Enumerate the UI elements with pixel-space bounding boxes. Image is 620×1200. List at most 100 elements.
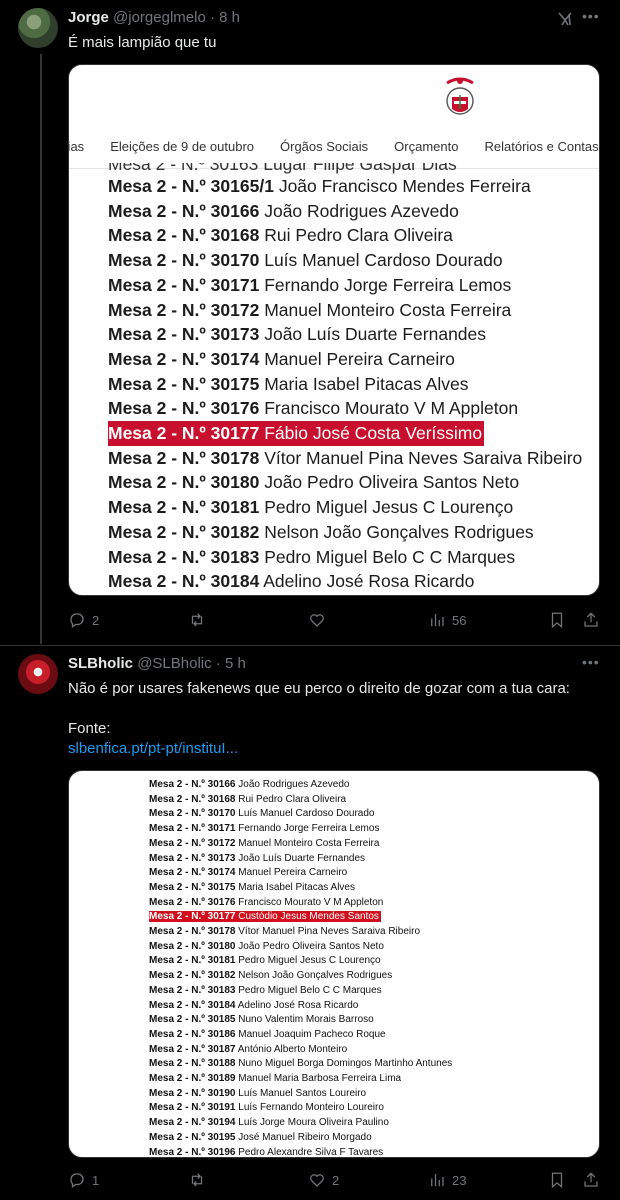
list-item: Mesa 2 - N.º 30194 Luís Jorge Moura Oliv… (149, 1116, 599, 1131)
like-button[interactable] (308, 611, 332, 629)
timestamp[interactable]: 8 h (219, 9, 240, 26)
share-icon (584, 612, 598, 627)
list-item: Mesa 2 - N.º 30170 Luís Manuel Cardoso D… (149, 807, 599, 822)
nav-item[interactable]: Orçamento (381, 139, 471, 154)
share-button[interactable] (582, 1171, 600, 1189)
list-item: Mesa 2 - N.º 30178 Vítor Manuel Pina Nev… (149, 925, 599, 940)
list-item-content: Mesa 2 - N.º 30178 Vítor Manuel Pina Nev… (149, 926, 420, 937)
share-icon (584, 1172, 598, 1187)
member-name: João Luís Duarte Fernandes (264, 324, 487, 345)
list-item: Mesa 2 - N.º 30171 Fernando Jorge Ferrei… (149, 822, 599, 837)
member-name: Pedro Miguel Jesus C Lourenço (238, 955, 381, 967)
mesa-number: Mesa 2 - N.º 30195 (149, 1131, 236, 1143)
benfica-crest-icon (446, 77, 474, 115)
member-name: Manuel Pereira Carneiro (238, 867, 348, 879)
like-button[interactable]: 2 (308, 1171, 339, 1189)
list-item-content: Mesa 2 - N.º 30185 Nuno Valentim Morais … (149, 1014, 374, 1025)
member-name: Pedro Miguel Belo C C Marques (238, 984, 382, 996)
member-list: Mesa 2 - N.º 30166 João Rodrigues Azeved… (69, 771, 599, 1158)
member-name: Maria Isabel Pitacas Alves (238, 881, 355, 893)
list-item-content: Mesa 2 - N.º 30168 Rui Pedro Clara Olive… (149, 794, 346, 805)
share-button[interactable] (582, 611, 600, 629)
list-item: Mesa 2 - N.º 30184 Adelino José Rosa Ric… (108, 569, 599, 594)
more-icon[interactable]: ••• (582, 8, 602, 28)
member-name: João Francisco Mendes Ferreira (278, 176, 531, 196)
tweet-2[interactable]: SLBholic @SLBholic · 5 h ••• Não é por u… (0, 646, 620, 1200)
bookmark-button[interactable] (548, 1171, 566, 1189)
views-icon (431, 1174, 444, 1186)
nav-item[interactable]: Relatórios e Contas (471, 139, 599, 154)
list-item-content: Mesa 2 - N.º 30181 Pedro Miguel Jesus C … (149, 955, 381, 966)
list-item: Mesa 2 - N.º 30185 Nuno Valentim Morais … (149, 1013, 599, 1028)
tweet-image[interactable]: Mesa 2 - N.º 30166 João Rodrigues Azeved… (68, 770, 600, 1158)
list-item-content: Mesa 2 - N.º 30175 Maria Isabel Pitacas … (108, 374, 468, 394)
tweet-text-line: Não é por usares fakenews que eu perco o… (68, 680, 570, 697)
list-item: Mesa 2 - N.º 30172 Manuel Monteiro Costa… (149, 837, 599, 852)
author-name[interactable]: SLBholic (68, 655, 133, 672)
author-handle[interactable]: @SLBholic (137, 655, 211, 672)
more-icon[interactable]: ••• (582, 654, 602, 674)
list-item-content: Mesa 2 - N.º 30191 Luís Fernando Monteir… (149, 1102, 384, 1113)
nav-item[interactable]: Órgãos Sociais (267, 139, 381, 154)
member-name: João Rodrigues Azevedo (238, 779, 350, 790)
list-item: Mesa 2 - N.º 30181 Pedro Miguel Jesus C … (108, 495, 599, 520)
repost-button[interactable] (188, 611, 212, 629)
avatar[interactable] (18, 8, 58, 48)
member-name: João Luís Duarte Fernandes (238, 852, 366, 864)
list-item-partial: Mesa 2 - N.º 30163 Lugar Filipe Gaspar D… (108, 163, 457, 174)
member-name: Luís Jorge Moura Oliveira Paulino (238, 1117, 389, 1129)
tweet-image[interactable]: erias Eleições de 9 de outubro Órgãos So… (68, 64, 600, 596)
list-item-content: Mesa 2 - N.º 30176 Francisco Mourato V M… (149, 897, 383, 908)
author-handle[interactable]: @jorgeglmelo (113, 9, 206, 26)
views-button[interactable]: 23 (428, 1171, 466, 1189)
reply-icon (70, 613, 84, 629)
mesa-number: Mesa 2 - N.º 30177 (108, 423, 260, 444)
list-item-content: Mesa 2 - N.º 30195 José Manuel Ribeiro M… (149, 1132, 372, 1143)
mesa-number: Mesa 2 - N.º 30180 (149, 940, 236, 952)
member-name: José Manuel Ribeiro Morgado (238, 1131, 372, 1143)
mesa-number: Mesa 2 - N.º 30185 (149, 1014, 236, 1026)
bookmark-button[interactable] (548, 611, 566, 629)
member-name: Fernando Jorge Ferreira Lemos (238, 823, 380, 835)
avatar[interactable] (18, 654, 58, 694)
list-item-content: Mesa 2 - N.º 30190 Luís Manuel Santos Lo… (149, 1088, 366, 1099)
reply-button[interactable]: 1 (68, 1171, 99, 1189)
nav-item[interactable]: erias (69, 139, 97, 154)
source-link[interactable]: slbenfica.pt/pt-pt/instituI... (68, 739, 608, 759)
mesa-number: Mesa 2 - N.º 30174 (108, 348, 260, 369)
mesa-number: Mesa 2 - N.º 30186 (149, 1028, 236, 1040)
repost-icon (191, 1173, 203, 1187)
list-item: Mesa 2 - N.º 30187 António Alberto Monte… (149, 1043, 599, 1058)
list-item-content: Mesa 2 - N.º 30186 Manuel Joaquim Pachec… (149, 1029, 386, 1040)
reply-count: 1 (92, 1172, 100, 1188)
mesa-number: Mesa 2 - N.º 30172 (108, 299, 260, 320)
mesa-number: Mesa 2 - N.º 30173 (149, 852, 236, 864)
mesa-number: Mesa 2 - N.º 30184 (149, 999, 236, 1011)
tweet-1[interactable]: Jorge @jorgeglmelo · 8 h ••• É mais lamp… (0, 0, 620, 645)
member-name: Pedro Alexandre Silva F Tavares (238, 1146, 384, 1158)
mesa-number: Mesa 2 - N.º 30190 (149, 1087, 236, 1099)
timestamp[interactable]: 5 h (225, 655, 246, 672)
mesa-number: Mesa 2 - N.º 30188 (149, 1058, 236, 1070)
like-count: 2 (332, 1172, 340, 1188)
list-item: Mesa 2 - N.º 30174 Manuel Pereira Carnei… (108, 347, 599, 372)
list-item-content: Mesa 2 - N.º 30172 Manuel Monteiro Costa… (149, 838, 379, 849)
mesa-number: Mesa 2 - N.º 30175 (108, 373, 260, 394)
list-item: Mesa 2 - N.º 30173 João Luís Duarte Fern… (149, 852, 599, 867)
member-name: Luís Manuel Santos Loureiro (238, 1087, 367, 1099)
mesa-number: Mesa 2 - N.º 30172 (149, 837, 236, 849)
list-item-content: Mesa 2 - N.º 30180 João Pedro Oliveira S… (108, 472, 519, 492)
reply-button[interactable]: 2 (68, 611, 99, 629)
views-button[interactable]: 56 (428, 611, 466, 629)
nav-item[interactable]: Eleições de 9 de outubro (97, 139, 267, 154)
repost-button[interactable] (188, 1171, 212, 1189)
mesa-number: Mesa 2 - N.º 30178 (108, 447, 260, 468)
list-item-content: Mesa 2 - N.º 30168 Rui Pedro Clara Olive… (108, 225, 453, 245)
list-item: Mesa 2 - N.º 30182 Nelson João Gonçalves… (149, 969, 599, 984)
list-item: Mesa 2 - N.º 30173 João Luís Duarte Fern… (108, 322, 599, 347)
member-name: Nuno Valentim Morais Barroso (238, 1014, 374, 1026)
list-item-content: Mesa 2 - N.º 30174 Manuel Pereira Carnei… (149, 867, 347, 878)
list-item-content: Mesa 2 - N.º 30166 João Rodrigues Azeved… (149, 779, 349, 790)
x-grok-icon[interactable] (556, 10, 574, 28)
author-name[interactable]: Jorge (68, 9, 109, 26)
